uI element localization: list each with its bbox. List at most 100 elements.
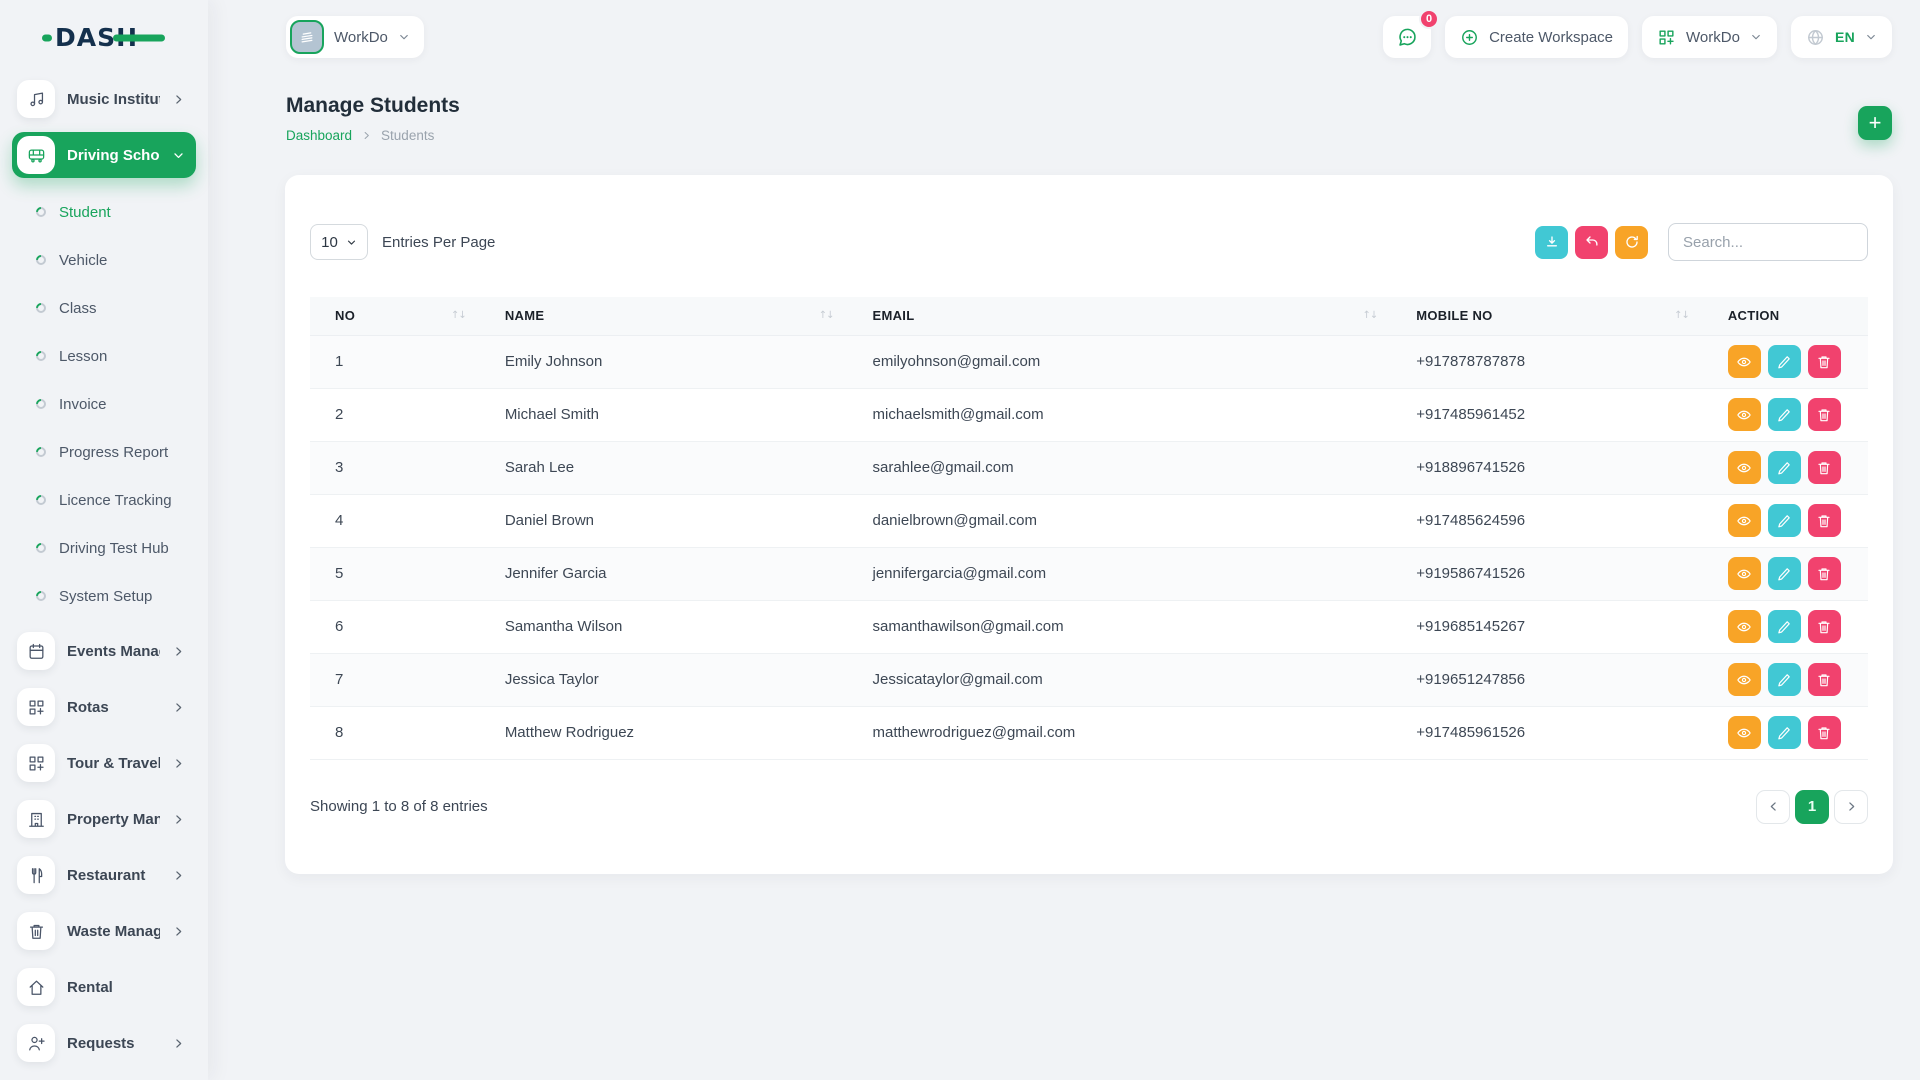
cell-mobile: +917485961526 — [1391, 706, 1703, 759]
sidebar-subitem-lesson[interactable]: Lesson — [12, 332, 196, 380]
sidebar-subitem-driving-test-hub[interactable]: Driving Test Hub — [12, 524, 196, 572]
view-button[interactable] — [1728, 451, 1761, 484]
delete-button[interactable] — [1808, 451, 1841, 484]
trash-icon — [1816, 566, 1832, 582]
bullet-icon — [34, 493, 48, 507]
cell-name: Sarah Lee — [480, 441, 848, 494]
sidebar-item-tour-travel[interactable]: Tour & Travel — [12, 740, 196, 786]
column-header-mobile-no[interactable]: MOBILE NO↑↓ — [1391, 297, 1703, 335]
delete-button[interactable] — [1808, 398, 1841, 431]
sidebar-item-property-manage[interactable]: Property Manage — [12, 796, 196, 842]
sidebar-item-music-institute[interactable]: Music Institute — [12, 76, 196, 122]
messages-button[interactable]: 0 — [1383, 16, 1431, 58]
chevron-right-icon — [172, 925, 186, 938]
delete-button[interactable] — [1808, 663, 1841, 696]
delete-button[interactable] — [1808, 610, 1841, 643]
delete-button[interactable] — [1808, 504, 1841, 537]
sidebar-item-requests[interactable]: Requests — [12, 1020, 196, 1066]
sidebar-subitem-label: Vehicle — [59, 252, 107, 269]
column-label: ACTION — [1728, 308, 1780, 323]
chevron-right-icon — [172, 757, 186, 770]
edit-button[interactable] — [1768, 504, 1801, 537]
view-button[interactable] — [1728, 663, 1761, 696]
edit-button[interactable] — [1768, 557, 1801, 590]
sidebar-subitem-vehicle[interactable]: Vehicle — [12, 236, 196, 284]
sidebar-subitem-system-setup[interactable]: System Setup — [12, 572, 196, 620]
bullet-icon — [34, 397, 48, 411]
sidebar-item-restaurant[interactable]: Restaurant — [12, 852, 196, 898]
edit-button[interactable] — [1768, 716, 1801, 749]
pagination-page-1-button[interactable]: 1 — [1795, 790, 1829, 824]
dash-logo-icon: DASH — [40, 18, 168, 58]
edit-button[interactable] — [1768, 610, 1801, 643]
column-label: NO — [335, 308, 355, 323]
column-header-no[interactable]: NO↑↓ — [310, 297, 480, 335]
view-button[interactable] — [1728, 610, 1761, 643]
edit-button[interactable] — [1768, 398, 1801, 431]
add-student-button[interactable]: + — [1858, 106, 1892, 140]
search-input[interactable] — [1668, 223, 1868, 261]
chevron-down-icon — [1750, 31, 1762, 43]
delete-button[interactable] — [1808, 557, 1841, 590]
workdo-menu-label: WorkDo — [1686, 29, 1740, 46]
sidebar-subitem-progress-report[interactable]: Progress Report — [12, 428, 196, 476]
students-card: 10 Entries Per Page NO↑↓NAME↑↓EMAIL↑↓MOB… — [285, 175, 1893, 874]
breadcrumb-dashboard-link[interactable]: Dashboard — [286, 128, 352, 143]
reset-button[interactable] — [1575, 226, 1608, 259]
workdo-menu-button[interactable]: WorkDo — [1642, 16, 1777, 58]
refresh-button[interactable] — [1615, 226, 1648, 259]
cell-name: Jennifer Garcia — [480, 547, 848, 600]
view-button[interactable] — [1728, 504, 1761, 537]
delete-button[interactable] — [1808, 345, 1841, 378]
pagination-prev-button[interactable] — [1756, 790, 1790, 824]
restaurant-icon — [17, 856, 55, 894]
cell-mobile: +919685145267 — [1391, 600, 1703, 653]
sidebar-item-rental[interactable]: Rental — [12, 964, 196, 1010]
view-button[interactable] — [1728, 345, 1761, 378]
pencil-icon — [1776, 619, 1792, 635]
column-header-name[interactable]: NAME↑↓ — [480, 297, 848, 335]
sidebar-item-rotas[interactable]: Rotas — [12, 684, 196, 730]
sidebar-subitem-label: Driving Test Hub — [59, 540, 169, 557]
column-header-email[interactable]: EMAIL↑↓ — [848, 297, 1392, 335]
edit-button[interactable] — [1768, 451, 1801, 484]
view-button[interactable] — [1728, 398, 1761, 431]
trash-icon — [1816, 460, 1832, 476]
sidebar-item-events-management[interactable]: Events Management — [12, 628, 196, 674]
create-workspace-label: Create Workspace — [1489, 29, 1613, 46]
edit-button[interactable] — [1768, 663, 1801, 696]
chat-icon — [1397, 27, 1418, 48]
sidebar-submenu: Student Vehicle ClassLessonInvoice Progress… — [12, 188, 196, 620]
sidebar-subitem-label: Progress Report — [59, 444, 168, 461]
workspace-selector[interactable]: WorkDo — [286, 16, 424, 58]
cell-mobile: +919651247856 — [1391, 653, 1703, 706]
language-selector[interactable]: EN — [1791, 16, 1892, 58]
export-button[interactable] — [1535, 226, 1568, 259]
trash-icon — [1816, 513, 1832, 529]
sidebar-subitem-invoice[interactable]: Invoice — [12, 380, 196, 428]
view-button[interactable] — [1728, 716, 1761, 749]
user-plus-icon — [17, 1024, 55, 1062]
entries-per-page-label: Entries Per Page — [382, 234, 495, 251]
topbar: WorkDo 0 Create Workspace — [208, 0, 1920, 62]
sidebar-subitem-student[interactable]: Student — [12, 188, 196, 236]
sidebar-subitem-label: Licence Tracking — [59, 492, 172, 509]
sidebar-subitem-class[interactable]: Class — [12, 284, 196, 332]
main-area: WorkDo 0 Create Workspace — [208, 0, 1920, 1080]
sidebar-subitem-licence-tracking[interactable]: Licence Tracking — [12, 476, 196, 524]
bullet-icon — [34, 253, 48, 267]
delete-button[interactable] — [1808, 716, 1841, 749]
create-workspace-button[interactable]: Create Workspace — [1445, 16, 1628, 58]
sidebar: DASH Music Institute Driving School Studen… — [0, 0, 208, 1080]
view-button[interactable] — [1728, 557, 1761, 590]
pagination-next-button[interactable] — [1834, 790, 1868, 824]
sidebar-item-waste-management[interactable]: Waste Management — [12, 908, 196, 954]
edit-button[interactable] — [1768, 345, 1801, 378]
trash-icon — [1816, 354, 1832, 370]
building-icon — [17, 800, 55, 838]
pagination: 1 — [1756, 790, 1868, 824]
entries-per-page-select[interactable]: 10 — [310, 224, 368, 260]
brand-logo[interactable]: DASH — [12, 0, 196, 76]
workspace-name: WorkDo — [334, 29, 388, 46]
sidebar-item-driving-school[interactable]: Driving School — [12, 132, 196, 178]
